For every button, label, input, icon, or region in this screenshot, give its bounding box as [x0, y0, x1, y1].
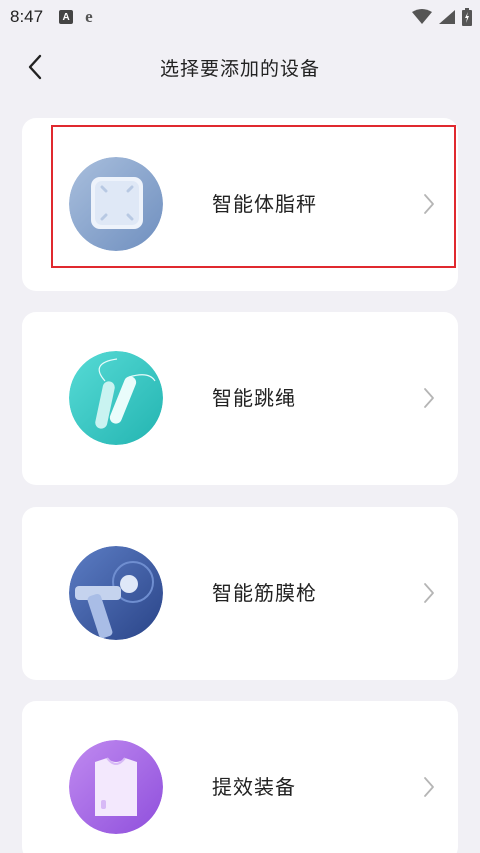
page-title: 选择要添加的设备 — [159, 57, 320, 80]
wifi-icon — [412, 9, 432, 24]
battery-icon — [462, 8, 472, 26]
signal-icon — [439, 10, 455, 24]
header: 选择要添加的设备 — [0, 40, 480, 94]
scale-icon — [69, 157, 163, 251]
device-label-jump-rope: 智能跳绳 — [212, 386, 296, 410]
device-label-scale: 智能体脂秤 — [212, 192, 317, 216]
chevron-right-icon — [424, 388, 434, 408]
device-card-scale[interactable]: 智能体脂秤 — [22, 118, 458, 291]
massage-gun-icon — [69, 546, 163, 640]
device-card-apparel[interactable]: 提效装备 — [22, 701, 458, 853]
notification-e-icon: e — [85, 7, 93, 26]
status-bar: 8:47 A e — [0, 0, 480, 34]
chevron-right-icon — [424, 777, 434, 797]
device-card-massage-gun[interactable]: 智能筋膜枪 — [22, 507, 458, 680]
chevron-left-icon — [28, 54, 42, 80]
chevron-right-icon — [424, 583, 434, 603]
notification-a-icon: A — [59, 10, 74, 24]
back-button[interactable] — [18, 50, 52, 84]
status-time: 8:47 — [10, 7, 44, 26]
apparel-icon — [69, 740, 163, 834]
device-card-jump-rope[interactable]: 智能跳绳 — [22, 312, 458, 485]
jump-rope-icon — [69, 351, 163, 445]
chevron-right-icon — [424, 194, 434, 214]
status-icons — [412, 8, 472, 26]
device-label-apparel: 提效装备 — [212, 775, 296, 799]
device-label-massage-gun: 智能筋膜枪 — [212, 581, 317, 605]
